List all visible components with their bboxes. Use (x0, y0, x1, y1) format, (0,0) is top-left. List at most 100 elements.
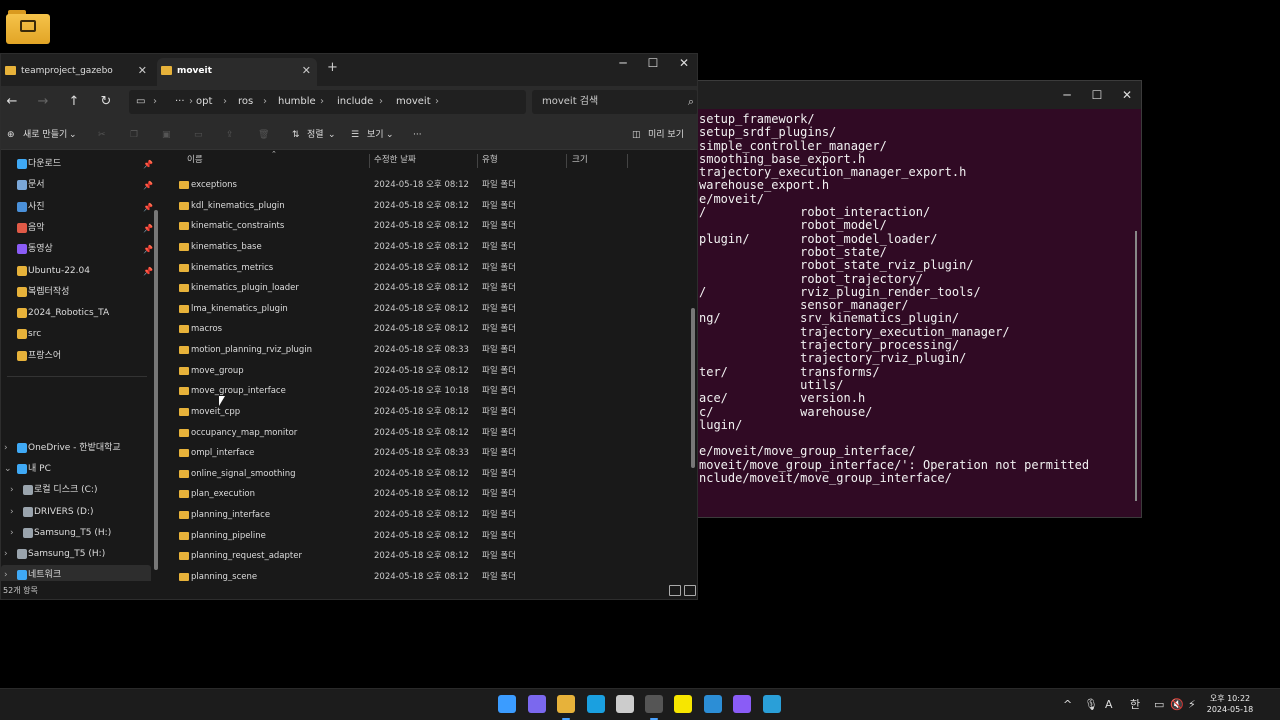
column-divider[interactable] (477, 154, 478, 168)
sidebar-tree-item-1[interactable]: ⌄ 내 PC (1, 459, 151, 480)
file-explorer-window[interactable]: teamproject_gazebo ✕ moveit ✕ + ─ ☐ ✕ ← … (0, 53, 698, 600)
ime-mode-icon[interactable]: A (1105, 697, 1113, 713)
pin-icon[interactable]: 📌 (143, 154, 153, 175)
language-indicator[interactable]: 한 (1130, 697, 1140, 713)
sort-icon[interactable]: ⇅ (292, 128, 300, 142)
new-tab-button[interactable]: + (327, 60, 338, 75)
forward-button[interactable]: → (34, 94, 52, 110)
sidebar-item-quick-5[interactable]: Ubuntu-22.04 📌 (1, 261, 153, 282)
sidebar-item-quick-4[interactable]: 동영상 📌 (1, 239, 153, 260)
sidebar-tree-item-3[interactable]: › DRIVERS (D:) (1, 502, 151, 523)
pin-icon[interactable]: 📌 (143, 197, 153, 218)
apple-app-icon[interactable] (616, 695, 634, 713)
preview-button[interactable]: 미리 보기 (648, 128, 684, 142)
tab-close-icon[interactable]: ✕ (302, 58, 311, 84)
breadcrumb-humble[interactable]: humble (278, 90, 316, 114)
close-button[interactable]: ✕ (674, 56, 694, 70)
kakaotalk-icon[interactable] (674, 695, 692, 713)
file-row[interactable]: macros 2024-05-18 오후 08:12 파일 폴더 (167, 319, 687, 340)
tab-teamproject-gazebo[interactable]: teamproject_gazebo ✕ (1, 58, 153, 86)
paste-icon[interactable]: ▣ (162, 128, 171, 142)
column-divider[interactable] (566, 154, 567, 168)
sidebar-item-quick-0[interactable]: 다운로드 📌 (1, 154, 153, 175)
start-button-icon[interactable] (498, 695, 516, 713)
breadcrumb-include[interactable]: include (337, 90, 373, 114)
clipchamp-icon[interactable] (733, 695, 751, 713)
column-header-name[interactable]: 이름 (187, 150, 203, 170)
file-row[interactable]: kinematics_base 2024-05-18 오후 08:12 파일 폴더 (167, 237, 687, 258)
terminal-minimize-button[interactable]: ─ (1057, 86, 1077, 104)
terminal-close-button[interactable]: ✕ (1117, 86, 1137, 104)
sidebar-item-quick-7[interactable]: 2024_Robotics_TA (1, 303, 151, 324)
terminal-scrollbar[interactable] (1135, 231, 1137, 501)
pin-icon[interactable]: 📌 (143, 261, 153, 282)
sidebar-tree-item-4[interactable]: › Samsung_T5 (H:) (1, 523, 151, 544)
tiles-view-button[interactable] (684, 585, 696, 596)
volume-icon[interactable]: 🔇 (1170, 697, 1184, 713)
chevron-down-icon[interactable]: ⌄ (4, 459, 12, 480)
maximize-button[interactable]: ☐ (643, 56, 663, 70)
sidebar-tree-item-2[interactable]: › 로컬 디스크 (C:) (1, 480, 151, 501)
network-icon[interactable]: ▭ (1154, 697, 1164, 713)
breadcrumb-moveit[interactable]: moveit (396, 90, 431, 114)
sidebar-item-quick-9[interactable]: 프랑스어 (1, 346, 151, 367)
file-row[interactable]: move_group_interface 2024-05-18 오후 10:18 파… (167, 381, 687, 402)
search-icon[interactable]: ⌕ (688, 90, 694, 114)
file-row[interactable]: moveit_cpp 2024-05-18 오후 08:12 파일 폴더 (167, 402, 687, 423)
file-row[interactable]: lma_kinematics_plugin 2024-05-18 오후 08:12… (167, 299, 687, 320)
column-divider[interactable] (627, 154, 628, 168)
edge-icon[interactable] (587, 695, 605, 713)
sidebar-tree-item-0[interactable]: › OneDrive - 한밭대학교 (1, 438, 151, 459)
share-icon[interactable]: ⇪ (226, 128, 234, 142)
copilot-icon[interactable] (528, 695, 546, 713)
sort-button[interactable]: 정렬 (307, 128, 324, 142)
sidebar-item-quick-1[interactable]: 문서 📌 (1, 175, 153, 196)
file-row[interactable]: kinematic_constraints 2024-05-18 오후 08:12… (167, 216, 687, 237)
new-chevron-icon[interactable]: ⌄ (69, 128, 77, 142)
column-header-size[interactable]: 크기 (572, 150, 588, 170)
monitor-icon[interactable]: ▭ (136, 90, 145, 114)
address-bar[interactable]: ▭ › ··· › opt › ros › humble › include ›… (129, 90, 526, 114)
file-row[interactable]: planning_request_adapter 2024-05-18 오후 08… (167, 546, 687, 567)
sidebar-item-quick-3[interactable]: 음악 📌 (1, 218, 153, 239)
file-row[interactable]: plan_execution 2024-05-18 오후 08:12 파일 폴더 (167, 484, 687, 505)
chevron-right-icon[interactable]: › (10, 480, 14, 501)
column-header-type[interactable]: 유형 (482, 150, 498, 170)
breadcrumb-opt[interactable]: opt (196, 90, 212, 114)
pin-icon[interactable]: 📌 (143, 239, 153, 260)
file-row[interactable]: move_group 2024-05-18 오후 08:12 파일 폴더 (167, 361, 687, 382)
chevron-right-icon[interactable]: › (10, 502, 14, 523)
sidebar-scrollbar[interactable] (154, 210, 158, 570)
file-row[interactable]: online_signal_smoothing 2024-05-18 오후 08:… (167, 464, 687, 485)
back-button[interactable]: ← (3, 94, 21, 110)
sort-chevron-icon[interactable]: ⌄ (328, 128, 336, 142)
delete-icon[interactable]: 🗑 (258, 128, 269, 142)
terminal-titlebar[interactable]: ─ ☐ ✕ (687, 81, 1141, 109)
terminal-icon[interactable] (645, 695, 663, 720)
chevron-right-icon[interactable]: › (10, 523, 14, 544)
file-row[interactable]: planning_interface 2024-05-18 오후 08:12 파일 … (167, 505, 687, 526)
view-icon[interactable]: ☰ (351, 128, 359, 142)
view-button[interactable]: 보기 (367, 128, 384, 142)
tab-moveit[interactable]: moveit ✕ (157, 58, 317, 86)
tray-overflow-icon[interactable]: ^ (1063, 697, 1072, 713)
battery-icon[interactable]: ⚡ (1188, 697, 1196, 713)
copy-icon[interactable]: ❐ (130, 128, 138, 142)
vscode-icon[interactable] (704, 695, 722, 713)
sidebar-tree-item-5[interactable]: › Samsung_T5 (H:) (1, 544, 151, 565)
terminal-maximize-button[interactable]: ☐ (1087, 86, 1107, 104)
more-options-button[interactable]: ··· (413, 128, 422, 142)
pin-icon[interactable]: 📌 (143, 175, 153, 196)
sidebar-item-quick-6[interactable]: 복렙터작성 (1, 282, 151, 303)
chevron-right-icon[interactable]: › (4, 438, 8, 459)
file-row[interactable]: ompl_interface 2024-05-18 오후 08:33 파일 폴더 (167, 443, 687, 464)
photos-icon[interactable] (763, 695, 781, 713)
sidebar-item-quick-8[interactable]: src (1, 324, 151, 345)
file-list-scrollbar[interactable] (691, 308, 695, 468)
system-clock[interactable]: 오후 10:22 2024-05-18 (1206, 693, 1254, 715)
column-divider[interactable] (369, 154, 370, 168)
file-explorer-icon[interactable] (557, 695, 575, 720)
desktop-folder-icon[interactable] (6, 8, 50, 44)
chevron-right-icon[interactable]: › (4, 544, 8, 565)
breadcrumb-more[interactable]: ··· (175, 90, 185, 114)
